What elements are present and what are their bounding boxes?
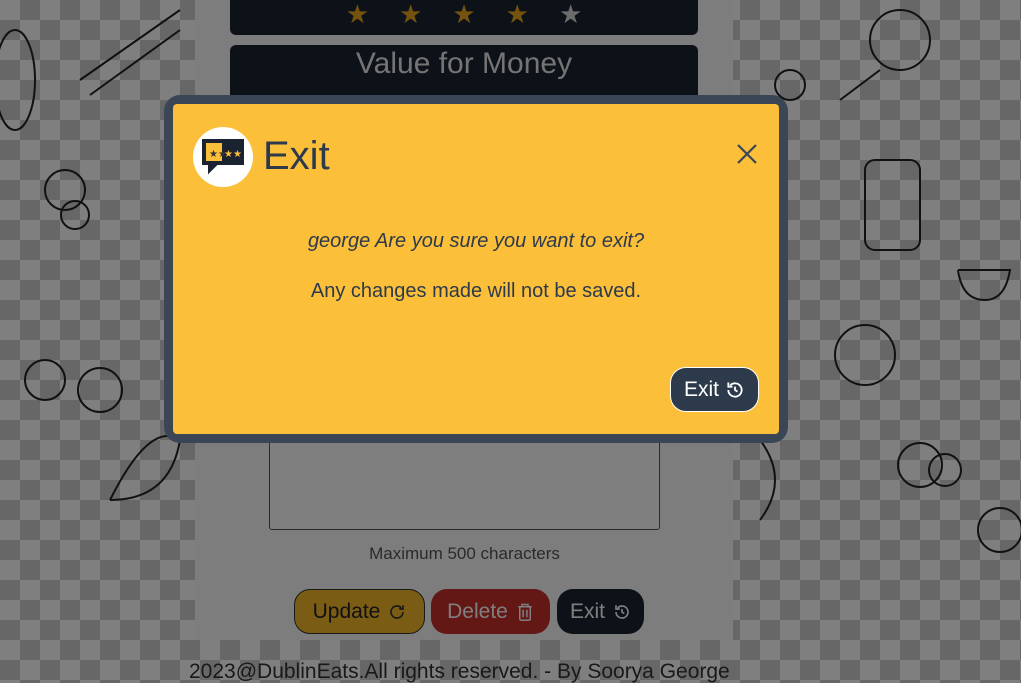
restart-icon [725,380,745,400]
modal-exit-button-label: Exit [683,377,719,401]
rating-speech-bubble-icon: ★★ ★★ [193,127,253,187]
close-icon[interactable] [733,140,761,168]
svg-text:★★: ★★ [224,149,242,160]
exit-modal-body: ★★ ★★ Exit george Are you sure you want … [173,104,779,434]
modal-note: Any changes made will not be saved. [310,280,642,302]
modal-exit-button[interactable]: Exit [670,367,759,412]
modal-title: Exit [263,134,330,178]
modal-question: george Are you sure you want to exit? [307,230,645,252]
exit-modal: ★★ ★★ Exit george Are you sure you want … [164,95,788,443]
